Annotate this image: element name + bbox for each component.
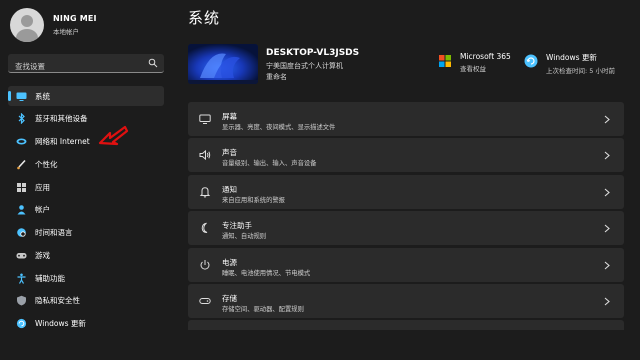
device-header: DESKTOP-VL3JSDS 宁美国度台式个人计算机 重命名: [188, 44, 359, 84]
sidebar-item-label: 帐户: [35, 205, 50, 215]
sidebar-item-accessibility[interactable]: 辅助功能: [8, 268, 164, 288]
sidebar-item-apps[interactable]: 应用: [8, 177, 164, 197]
shield-icon: [16, 295, 27, 306]
wifi-icon: [16, 136, 27, 147]
card-power[interactable]: 电源 睡眠、电池使用情况、节电模式: [188, 247, 624, 282]
card-subtitle: 音量级别、输出、输入、声音设备: [222, 160, 317, 168]
power-icon: [200, 259, 210, 270]
sidebar-item-windows-update[interactable]: Windows 更新: [8, 314, 164, 334]
speaker-icon: [199, 150, 211, 161]
m365-title: Microsoft 365: [460, 52, 511, 61]
sidebar-item-personalization[interactable]: 个性化: [8, 154, 164, 174]
sidebar-item-label: 游戏: [35, 250, 50, 260]
windows-update-icon: [524, 54, 538, 68]
user-profile[interactable]: NING MEI 本地帐户: [10, 8, 97, 42]
sidebar-item-label: 个性化: [35, 159, 58, 169]
globe-clock-icon: [16, 227, 27, 238]
accessibility-icon: [16, 273, 27, 284]
update-title: Windows 更新: [546, 53, 597, 62]
sidebar-item-label: 隐私和安全性: [35, 296, 80, 306]
sidebar-item-label: Windows 更新: [35, 319, 86, 328]
sidebar-item-label: 应用: [35, 182, 50, 192]
moon-icon: [201, 222, 208, 234]
sidebar-item-bluetooth[interactable]: 蓝牙和其他设备: [8, 109, 164, 129]
sidebar-item-label: 系统: [35, 91, 50, 101]
search-input[interactable]: [8, 57, 138, 76]
brush-icon: [16, 159, 27, 170]
display-icon: [199, 114, 211, 124]
desktop-wallpaper-thumbnail: [188, 44, 258, 84]
windows-update-tile[interactable]: Windows 更新 上次检查时间: 5 小时前: [524, 52, 615, 75]
sidebar-item-system[interactable]: 系统: [8, 86, 164, 106]
card-subtitle: 来自应用和系统的警报: [222, 196, 285, 204]
rename-link[interactable]: 重命名: [266, 72, 359, 82]
sidebar-item-label: 蓝牙和其他设备: [35, 114, 88, 124]
m365-subtitle: 查看权益: [460, 65, 486, 73]
sidebar-item-gaming[interactable]: 游戏: [8, 245, 164, 265]
device-model: 宁美国度台式个人计算机: [266, 62, 343, 70]
card-subtitle: 睡眠、电池使用情况、节电模式: [222, 269, 311, 277]
card-notifications[interactable]: 通知 来自应用和系统的警报: [188, 174, 624, 209]
card-storage[interactable]: 存储 存储空间、驱动器、配置规则: [188, 283, 624, 318]
person-icon: [16, 204, 27, 215]
sidebar-item-accounts[interactable]: 帐户: [8, 200, 164, 220]
sidebar-item-label: 时间和语言: [35, 228, 73, 237]
card-subtitle: 显示器、亮度、夜间模式、显示描述文件: [222, 124, 336, 131]
chevron-right-icon: [604, 115, 610, 124]
card-title: 屏幕: [222, 112, 237, 121]
storage-icon: [199, 297, 211, 304]
user-name: NING MEI: [53, 14, 97, 23]
page-title: 系统: [188, 9, 221, 27]
chevron-right-icon: [604, 297, 610, 306]
card-title: 电源: [222, 257, 237, 267]
card-subtitle: 通知、自动规则: [222, 233, 267, 241]
card-title: 存储: [222, 293, 237, 303]
bell-icon: [199, 187, 211, 198]
card-sound[interactable]: 声音 音量级别、输出、输入、声音设备: [188, 138, 624, 173]
apps-icon: [16, 182, 27, 193]
card-next-partial[interactable]: [188, 320, 624, 331]
avatar: [10, 8, 44, 42]
sidebar-item-time-language[interactable]: 时间和语言: [8, 223, 164, 243]
search-box[interactable]: [8, 54, 164, 76]
card-focus-assist[interactable]: 专注助手 通知、自动规则: [188, 211, 624, 246]
microsoft-365-icon: [439, 55, 451, 67]
sidebar-item-network[interactable]: 网络和 Internet: [8, 132, 164, 152]
search-icon[interactable]: [148, 58, 158, 68]
card-title: 专注助手: [222, 221, 252, 231]
bluetooth-icon: [16, 113, 27, 125]
sidebar-item-label: 辅助功能: [35, 273, 65, 283]
settings-cards: 屏幕 显示器、亮度、夜间模式、显示描述文件 声音 音量级别、输出、输入、声音设备…: [188, 102, 624, 333]
card-display[interactable]: 屏幕 显示器、亮度、夜间模式、显示描述文件: [188, 102, 624, 136]
windows-update-icon: [16, 318, 27, 329]
red-arrow-annotation: [98, 125, 129, 146]
card-title: 声音: [222, 148, 237, 158]
card-title: 通知: [222, 184, 237, 194]
sidebar-item-label: 网络和 Internet: [35, 137, 90, 146]
m365-tile[interactable]: Microsoft 365 查看权益: [438, 52, 511, 73]
card-subtitle: 存储空间、驱动器、配置规则: [222, 305, 304, 313]
update-status: 上次检查时间: 5 小时前: [546, 67, 615, 75]
nav-list: 系统 蓝牙和其他设备 网络和 Internet 个性化 应用 帐户 时间和语言 …: [8, 86, 164, 336]
sidebar: NING MEI 本地帐户 系统 蓝牙和其他设备 网络和 Inter: [0, 0, 172, 360]
sidebar-item-privacy[interactable]: 隐私和安全性: [8, 291, 164, 311]
monitor-icon: [16, 91, 27, 102]
chevron-right-icon: [604, 224, 610, 233]
account-type: 本地帐户: [53, 28, 79, 36]
chevron-right-icon: [604, 261, 610, 269]
gamepad-icon: [16, 250, 27, 261]
device-name: DESKTOP-VL3JSDS: [266, 48, 360, 58]
chevron-right-icon: [604, 188, 610, 197]
chevron-right-icon: [604, 151, 610, 160]
